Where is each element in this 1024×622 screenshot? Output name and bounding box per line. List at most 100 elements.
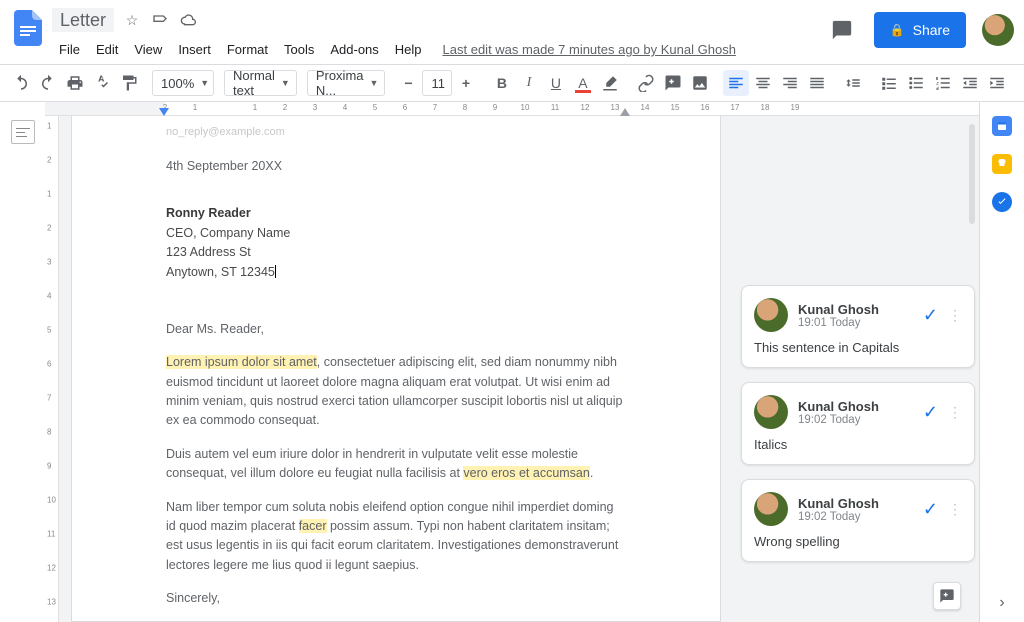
ruler-tick: 3: [47, 258, 51, 267]
font-value: Proxima N...: [316, 68, 364, 98]
italic-button[interactable]: I: [516, 70, 542, 96]
ruler-tick: 5: [47, 326, 51, 335]
checklist-button[interactable]: [876, 70, 902, 96]
share-button-label: Share: [913, 22, 950, 38]
zoom-select[interactable]: 100%▼: [152, 70, 214, 96]
cloud-status-icon[interactable]: [180, 12, 196, 28]
docs-logo[interactable]: [10, 10, 46, 46]
numbered-list-button[interactable]: [930, 70, 956, 96]
menu-edit[interactable]: Edit: [89, 38, 125, 61]
resolve-comment-button[interactable]: ✓: [923, 499, 938, 520]
ruler-tick: 12: [47, 564, 56, 573]
resolve-comment-button[interactable]: ✓: [923, 402, 938, 423]
collapse-sidepanel-button[interactable]: ›: [999, 594, 1004, 612]
toolbar: 100%▼ Normal text▼ Proxima N...▼ − 11 + …: [0, 64, 1024, 102]
calendar-addon-button[interactable]: [992, 116, 1012, 136]
comment-options-button[interactable]: ⋮: [948, 307, 962, 324]
ruler-tick: 18: [761, 103, 770, 112]
text-color-button[interactable]: A: [570, 70, 596, 96]
clear-formatting-button[interactable]: [1020, 70, 1024, 96]
text-cursor: [275, 265, 276, 278]
font-size-input[interactable]: 11: [422, 70, 452, 96]
ruler-tick: 13: [611, 103, 620, 112]
chevron-down-icon: ▼: [200, 78, 209, 88]
align-center-button[interactable]: [750, 70, 776, 96]
insert-image-button[interactable]: [687, 70, 713, 96]
comment-card[interactable]: Kunal Ghosh 19:01 Today ✓ ⋮ This sentenc…: [741, 285, 975, 368]
spellcheck-button[interactable]: [89, 70, 115, 96]
document-title-input[interactable]: Letter: [52, 8, 114, 32]
align-right-button[interactable]: [777, 70, 803, 96]
ruler-tick: 1: [193, 103, 197, 112]
font-size-decrease[interactable]: −: [395, 70, 421, 96]
redo-button[interactable]: [35, 70, 61, 96]
ruler-tick: 4: [343, 103, 347, 112]
star-icon[interactable]: ☆: [124, 12, 140, 28]
menu-format[interactable]: Format: [220, 38, 275, 61]
menu-file[interactable]: File: [52, 38, 87, 61]
open-comments-icon[interactable]: [826, 14, 858, 46]
add-comment-button[interactable]: [660, 70, 686, 96]
page[interactable]: no_reply@example.com 4th September 20XX …: [71, 116, 721, 622]
align-left-button[interactable]: [723, 70, 749, 96]
share-button[interactable]: 🔒 Share: [874, 12, 966, 48]
underline-button[interactable]: U: [543, 70, 569, 96]
ruler-tick: 10: [521, 103, 530, 112]
commenter-name: Kunal Ghosh: [798, 496, 913, 511]
left-indent-marker[interactable]: [159, 108, 169, 116]
horizontal-ruler[interactable]: 2112345678910111213141516171819: [45, 102, 979, 116]
align-justify-button[interactable]: [804, 70, 830, 96]
comment-options-button[interactable]: ⋮: [948, 404, 962, 421]
commenter-name: Kunal Ghosh: [798, 302, 913, 317]
paint-format-button[interactable]: [116, 70, 142, 96]
ruler-tick: 5: [373, 103, 377, 112]
decrease-indent-button[interactable]: [957, 70, 983, 96]
last-edit-link[interactable]: Last edit was made 7 minutes ago by Kuna…: [443, 42, 736, 57]
style-value: Normal text: [233, 68, 275, 98]
ruler-tick: 4: [47, 292, 51, 301]
menu-tools[interactable]: Tools: [277, 38, 321, 61]
bulleted-list-button[interactable]: [903, 70, 929, 96]
scrollbar-thumb[interactable]: [969, 124, 975, 224]
keep-addon-button[interactable]: [992, 154, 1012, 174]
comment-card[interactable]: Kunal Ghosh 19:02 Today ✓ ⋮ Wrong spelli…: [741, 479, 975, 562]
document-canvas[interactable]: 2112345678910111213141516171819 12123456…: [45, 102, 979, 622]
font-select[interactable]: Proxima N...▼: [307, 70, 386, 96]
add-comment-floating-button[interactable]: [933, 582, 961, 610]
ruler-tick: 2: [283, 103, 287, 112]
insert-link-button[interactable]: [633, 70, 659, 96]
right-indent-marker[interactable]: [620, 108, 630, 116]
account-avatar[interactable]: [982, 14, 1014, 46]
comment-text: This sentence in Capitals: [754, 340, 962, 355]
ruler-tick: 12: [581, 103, 590, 112]
ruler-tick: 11: [47, 530, 55, 539]
ruler-tick: 11: [551, 103, 559, 112]
paragraph-style-select[interactable]: Normal text ▼: [224, 70, 297, 96]
bold-button[interactable]: B: [489, 70, 515, 96]
salutation: Dear Ms. Reader,: [166, 320, 626, 339]
chevron-down-icon: ▼: [281, 78, 290, 88]
vertical-ruler[interactable]: 121234567891011121314: [45, 116, 59, 622]
undo-button[interactable]: [8, 70, 34, 96]
menu-addons[interactable]: Add-ons: [323, 38, 385, 61]
ruler-tick: 15: [671, 103, 680, 112]
menu-insert[interactable]: Insert: [171, 38, 218, 61]
menu-help[interactable]: Help: [388, 38, 429, 61]
increase-indent-button[interactable]: [984, 70, 1010, 96]
recipient-street: 123 Address St: [166, 243, 626, 262]
ruler-tick: 9: [47, 462, 51, 471]
comment-timestamp: 19:01 Today: [798, 317, 913, 329]
menu-view[interactable]: View: [127, 38, 169, 61]
line-spacing-button[interactable]: [840, 70, 866, 96]
comment-options-button[interactable]: ⋮: [948, 501, 962, 518]
vertical-scrollbar[interactable]: [969, 124, 975, 578]
highlight-color-button[interactable]: [597, 70, 623, 96]
header-text: no_reply@example.com: [166, 124, 626, 141]
font-size-increase[interactable]: +: [453, 70, 479, 96]
document-outline-button[interactable]: [11, 120, 35, 144]
tasks-addon-button[interactable]: [992, 192, 1012, 212]
comment-card[interactable]: Kunal Ghosh 19:02 Today ✓ ⋮ Italics: [741, 382, 975, 465]
move-icon[interactable]: [152, 12, 168, 28]
print-button[interactable]: [62, 70, 88, 96]
resolve-comment-button[interactable]: ✓: [923, 305, 938, 326]
